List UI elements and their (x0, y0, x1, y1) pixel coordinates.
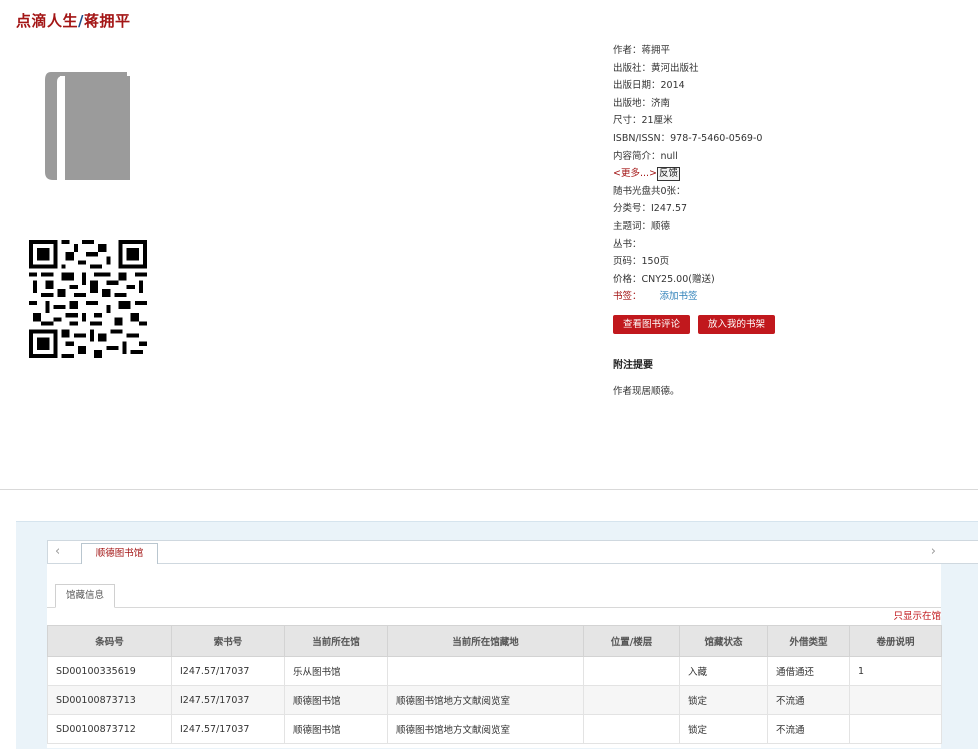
cell-call-number: I247.57/17037 (171, 656, 285, 686)
cell-volume (849, 685, 942, 715)
cell-barcode: SD00100335619 (47, 656, 172, 686)
header-floor: 位置/楼层 (583, 625, 680, 657)
cell-barcode: SD00100873713 (47, 685, 172, 715)
only-available-link[interactable]: 只显示在馆 (893, 608, 941, 622)
meta-class-no: 分类号：I247.57 (613, 203, 688, 215)
more-row: <更多...> 反馈 (613, 165, 762, 183)
add-bookmark-link[interactable]: 添加书签 (660, 291, 698, 302)
cell-current-library: 乐从图书馆 (284, 656, 388, 686)
cell-call-number: I247.57/17037 (171, 714, 285, 744)
chevron-right-icon[interactable]: › (931, 544, 936, 559)
note-text: 作者现居顺德。 (613, 386, 680, 397)
header-current-location: 当前所在馆藏地 (387, 625, 584, 657)
library-tab-bar: ‹ 顺德图书馆 › (47, 540, 978, 564)
meta-pages: 页码：150页 (613, 256, 670, 268)
cell-loan-type: 通借通还 (767, 656, 850, 686)
action-buttons: 查看图书评论 放入我的书架 (613, 312, 783, 334)
table-header-row: 条码号 索书号 当前所在馆 当前所在馆藏地 位置/楼层 馆藏状态 外借类型 卷册… (47, 625, 942, 657)
subtab-divider (47, 607, 941, 608)
book-cover-icon (45, 72, 130, 180)
view-reviews-button[interactable]: 查看图书评论 (613, 315, 691, 334)
tab-library[interactable]: 顺德图书馆 (81, 543, 158, 564)
meta-pub-date: 出版日期：2014 (613, 80, 685, 92)
holdings-panel: 馆藏信息 只显示在馆 条码号 索书号 当前所在馆 当前所在馆藏地 位置/楼层 馆… (47, 564, 942, 748)
meta-isbn: ISBN/ISSN：978-7-5460-0569-0 (613, 132, 763, 144)
cell-volume (849, 714, 942, 744)
section-divider (0, 489, 978, 490)
header-volume: 卷册说明 (849, 625, 942, 657)
book-title-author: 蒋拥平 (84, 12, 131, 30)
bookmark-row: 书签： 添加书签 (613, 288, 762, 306)
chevron-left-icon[interactable]: ‹ (55, 544, 60, 559)
cell-status: 入藏 (679, 656, 768, 686)
meta-series: 丛书： (613, 238, 642, 250)
qr-code-icon (29, 240, 147, 358)
meta-size: 尺寸：21厘米 (613, 115, 673, 127)
cell-loan-type: 不流通 (767, 714, 850, 744)
add-to-shelf-button[interactable]: 放入我的书架 (698, 315, 776, 334)
header-barcode: 条码号 (47, 625, 172, 657)
bookmark-label: 书签： (613, 291, 642, 303)
header-status: 馆藏状态 (679, 625, 768, 657)
header-current-library: 当前所在馆 (284, 625, 388, 657)
meta-pub-place: 出版地：济南 (613, 97, 671, 109)
meta-summary: 内容简介：null (613, 150, 678, 162)
cell-floor (583, 656, 680, 686)
meta-author: 作者：蒋拥平 (613, 45, 671, 56)
cell-barcode: SD00100873712 (47, 714, 172, 744)
meta-disc: 随书光盘共0张： (613, 185, 686, 197)
book-title: 点滴人生/蒋拥平 (16, 10, 131, 31)
cell-volume: 1 (849, 656, 942, 686)
cell-loan-type: 不流通 (767, 685, 850, 715)
note-title: 附注提要 (613, 360, 653, 371)
cell-current-library: 顺德图书馆 (284, 714, 388, 744)
cell-current-location: 顺德图书馆地方文献阅览室 (387, 714, 584, 744)
header-call-number: 索书号 (171, 625, 285, 657)
cell-current-location (387, 656, 584, 686)
cell-floor (583, 685, 680, 715)
cell-floor (583, 714, 680, 744)
table-row: SD00100335619 I247.57/17037 乐从图书馆 入藏 通借通… (47, 656, 942, 686)
cell-call-number: I247.57/17037 (171, 685, 285, 715)
tab-holdings-info[interactable]: 馆藏信息 (55, 584, 116, 608)
feedback-button[interactable]: 反馈 (656, 167, 680, 182)
cell-status: 锁定 (679, 714, 768, 744)
cell-status: 锁定 (679, 685, 768, 715)
holdings-table: 条码号 索书号 当前所在馆 当前所在馆藏地 位置/楼层 馆藏状态 外借类型 卷册… (47, 625, 942, 744)
book-metadata: 作者：蒋拥平 出版社：黄河出版社 出版日期：2014 出版地：济南 尺寸：21厘… (613, 42, 762, 306)
meta-publisher: 出版社：黄河出版社 (613, 62, 699, 74)
table-row: SD00100873712 I247.57/17037 顺德图书馆 顺德图书馆地… (47, 714, 942, 744)
table-row: SD00100873713 I247.57/17037 顺德图书馆 顺德图书馆地… (47, 685, 942, 715)
meta-subject: 主题词：顺德 (613, 220, 671, 232)
cell-current-location: 顺德图书馆地方文献阅览室 (387, 685, 584, 715)
cell-current-library: 顺德图书馆 (284, 685, 388, 715)
book-title-main: 点滴人生 (16, 12, 79, 30)
more-link[interactable]: <更多...> (613, 168, 657, 179)
meta-price: 价格：CNY25.00(赠送) (613, 273, 715, 285)
header-loan-type: 外借类型 (767, 625, 850, 657)
